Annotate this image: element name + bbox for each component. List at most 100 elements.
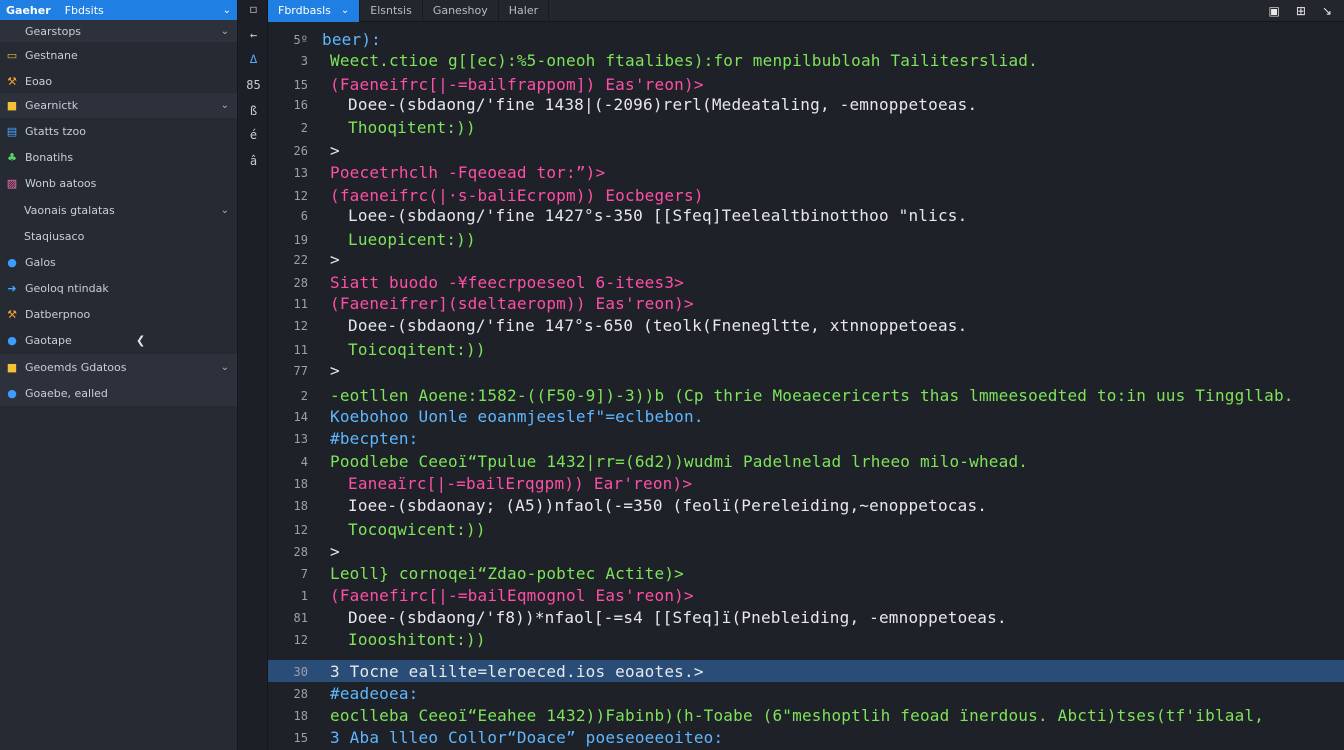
code-line[interactable]: 3 Aba llleo Collor“Doace” poeseoeeoiteo:	[330, 728, 723, 747]
window-controls: ▣ ⊞ ↘	[1269, 4, 1344, 18]
activity-item-4-icon[interactable]: ß	[239, 104, 268, 118]
globe-icon: ●	[7, 386, 17, 400]
explorer-sidebar: Gaeher Fbdsits ⌄ Gearstops ⌄ ▭ Gestnane ⚒ Eoa…	[0, 0, 238, 750]
tab-1[interactable]: Elsntsis	[360, 0, 423, 22]
code-line[interactable]: Doee-(sbdaong/'f8))*nfaol[-=s4 [[Sfeq]ï(…	[348, 608, 1007, 627]
code-line[interactable]: >	[330, 250, 340, 269]
activity-item-0-icon[interactable]: ◻	[239, 2, 268, 16]
sidebar-item-14[interactable]: ● Goaebe, ealled	[0, 380, 237, 406]
layout-icon[interactable]: ▣	[1269, 4, 1280, 18]
sidebar-item-4[interactable]: ▤ Gtatts tzoo	[0, 118, 237, 144]
tools-icon: ⚒	[7, 74, 17, 88]
sidebar-item-11[interactable]: ⚒ Datberpnoo	[0, 302, 237, 327]
line-number: 12	[293, 523, 308, 537]
code-line[interactable]: Toicoqitent:))	[348, 340, 486, 359]
code-line[interactable]: (faeneifrc(|·s-baliEcropm)) Eocbegers)	[330, 186, 704, 205]
line-number: 7	[300, 567, 308, 581]
chevron-down-icon[interactable]: ⌄	[221, 100, 229, 111]
chevron-down-icon[interactable]: ⌄	[341, 5, 349, 16]
code-line[interactable]: >	[330, 361, 340, 380]
package-icon: ■	[6, 360, 18, 374]
sidebar-item-3[interactable]: ■ Gearnictk ⌄	[0, 93, 237, 118]
code-line[interactable]: Poecetrhclh -Fqeoead tor:”)>	[330, 163, 605, 182]
code-line[interactable]: Loee-(sbdaong/'fine 1427°s-350 [[Sfeq]Te…	[348, 206, 967, 225]
code-line[interactable]: Tocoqwicent:))	[348, 520, 486, 539]
code-line[interactable]: >	[330, 542, 340, 561]
activity-bar: ◻ ← ∆ 85 ß é â	[239, 0, 268, 750]
line-number: 81	[293, 611, 308, 625]
code-line[interactable]: Siatt buodo -¥feecrpoeseol 6-itees3>	[330, 273, 684, 292]
chevron-down-icon[interactable]: ⌄	[223, 5, 231, 16]
tools-icon: ⚒	[7, 308, 17, 321]
collapse-icon[interactable]: ↘	[1322, 4, 1332, 18]
chevron-down-icon[interactable]: ⌄	[221, 362, 229, 373]
grid-icon[interactable]: ⊞	[1296, 4, 1306, 18]
code-line[interactable]: >	[330, 141, 340, 160]
code-line[interactable]: Lueopicent:))	[348, 230, 476, 249]
activity-item-2-icon[interactable]: ∆	[239, 52, 268, 66]
code-line[interactable]: Eaneaïrc[|-=bailErqgpm)) Ear'reon)>	[348, 474, 692, 493]
tab-label: Elsntsis	[370, 4, 412, 17]
activity-item-6-icon[interactable]: â	[239, 154, 268, 168]
sidebar-item-label: Gaotape	[25, 334, 72, 347]
code-line[interactable]: (Faeneifrer](sdeltaeropm)) Eas'reon)>	[330, 294, 694, 313]
image-icon: ▨	[6, 177, 18, 190]
chevron-down-icon[interactable]: ⌄	[221, 26, 229, 37]
code-line[interactable]: Ioee-(sbdaonay; (A5))nfaol(-=350 (feolï(…	[348, 496, 987, 515]
sidebar-item-10[interactable]: ➜ Geoloq ntindak	[0, 275, 237, 302]
code-line[interactable]: Ioooshitont:))	[348, 630, 486, 649]
line-number: 28	[293, 545, 308, 559]
code-line[interactable]: eoclleba Ceeoï“Eeahee 1432))Fabinb)(h-To…	[330, 706, 1264, 725]
tab-bar: Fbrdbasls ⌄ Elsntsis Ganeshoy Haler ▣ ⊞ ↘	[268, 0, 1344, 22]
code-line[interactable]: Weect.ctioe g[[ec):%5-oneoh ftaalibes):f…	[330, 51, 1038, 70]
sidebar-item-12[interactable]: ● Gaotape ❮	[0, 327, 237, 354]
code-line[interactable]: (Faenefirc[|-=bailEqmognol Eas'reon)>	[330, 586, 694, 605]
sidebar-item-13[interactable]: ■ Geoemds Gdatoos ⌄	[0, 354, 237, 380]
sidebar-item-label: Eoao	[25, 74, 53, 88]
sidebar-item-5[interactable]: ♣ Bonatihs	[0, 144, 237, 170]
sidebar-item-6[interactable]: ▨ Wonb aatoos	[0, 170, 237, 197]
sidebar-item-9[interactable]: ● Galos	[0, 250, 237, 275]
sidebar-item-label: Vaonais gtalatas	[24, 203, 115, 217]
line-number: 2	[300, 121, 308, 135]
collapse-arrow-icon[interactable]: ❮	[136, 334, 145, 347]
code-line[interactable]: Poodlebe Ceeoï“Tpulue 1432|rr=(6d2))wudm…	[330, 452, 1028, 471]
code-line[interactable]: Doee-(sbdaong/'fine 1438|(-2096)rerl(Med…	[348, 95, 977, 114]
tab-label: Ganeshoy	[432, 4, 488, 17]
sidebar-item-label: Wonb aatoos	[25, 177, 97, 190]
sidebar-item-8[interactable]: Staqiusaco	[0, 223, 237, 250]
code-line[interactable]: Koebohoo Uonle eoanmjeeslef"=eclbebon.	[330, 407, 704, 426]
sidebar-tree: Gearstops ⌄ ▭ Gestnane ⚒ Eoao ■ Gearnictk ⌄ ▤ Gtat…	[0, 20, 237, 406]
code-line[interactable]: Doee-(sbdaong/'fine 147°s-650 (teolk(Fne…	[348, 316, 967, 335]
folder-icon: ▭	[6, 49, 18, 62]
code-line[interactable]: -eotllen Aoene:1582-((F50-9])-3))b (Cp t…	[330, 386, 1294, 405]
sidebar-item-label: Gearnictk	[25, 99, 79, 112]
code-line[interactable]: Thooqitent:))	[348, 118, 476, 137]
activity-item-1-icon[interactable]: ←	[239, 28, 268, 42]
code-line[interactable]: Leoll} cornoqei“Zdao-pobtec Actite)>	[330, 564, 684, 583]
tab-2[interactable]: Ganeshoy	[423, 0, 499, 22]
sidebar-item-label: Datberpnoo	[25, 308, 91, 321]
code-line[interactable]: beer):	[322, 30, 381, 49]
arrow-icon: ➜	[7, 282, 17, 295]
chevron-down-icon[interactable]: ⌄	[221, 205, 229, 216]
line-number: 1	[300, 589, 308, 603]
tab-3[interactable]: Haler	[499, 0, 550, 22]
code-line[interactable]: #eadeoea:	[330, 684, 419, 703]
sidebar-item-1[interactable]: ▭ Gestnane	[0, 42, 237, 69]
activity-item-5-icon[interactable]: é	[239, 128, 268, 142]
sidebar-item-2[interactable]: ⚒ Eoao	[0, 69, 237, 93]
activity-item-3-icon[interactable]: 85	[239, 78, 268, 92]
tab-0[interactable]: Fbrdbasls ⌄	[268, 0, 361, 22]
sidebar-item-7[interactable]: Vaonais gtalatas ⌄	[0, 197, 237, 223]
line-number: 12	[293, 633, 308, 647]
code-editor[interactable]: 5º beer): 3 Weect.ctioe g[[ec):%5-oneoh fta…	[268, 22, 1344, 750]
sidebar-item-label: Galos	[25, 256, 56, 269]
code-line[interactable]: #becpten:	[330, 429, 419, 448]
globe-icon: ●	[7, 256, 17, 269]
sidebar-header[interactable]: Gaeher Fbdsits ⌄	[0, 0, 237, 20]
code-line[interactable]: 3 Tocne ealilte=leroeced.ios eoaotes.>	[330, 662, 704, 681]
code-line[interactable]: (Faeneifrc[|-=bailfrappom]) Eas'reon)>	[330, 75, 704, 94]
sidebar-item-0[interactable]: Gearstops ⌄	[0, 20, 237, 42]
sidebar-item-label: Gearstops	[25, 24, 82, 38]
